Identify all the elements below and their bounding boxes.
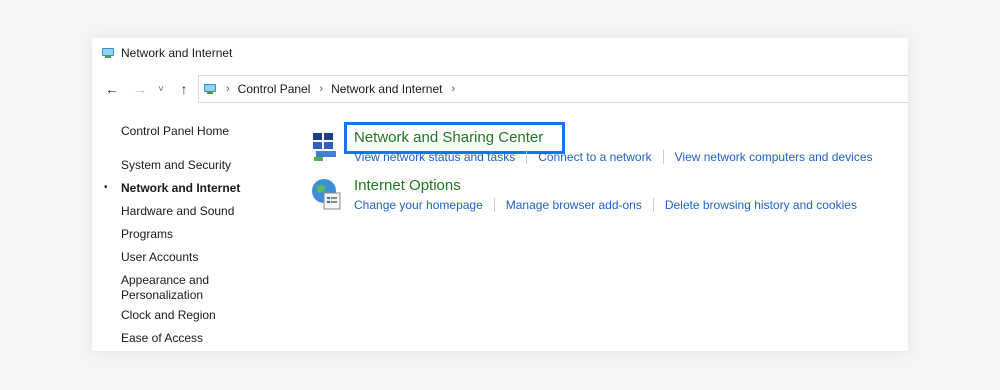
forward-arrow-icon[interactable]: → (130, 79, 150, 99)
network-sharing-icon[interactable] (310, 129, 344, 163)
sidebar-item-appearance-and-personalization[interactable]: Appearance and Personalization (121, 273, 221, 303)
control-panel-window: Network and Internet ← → ˅ ↑ › Control P… (92, 38, 908, 351)
delete-browsing-history-link[interactable]: Delete browsing history and cookies (665, 198, 857, 212)
network-and-sharing-center-link[interactable]: Network and Sharing Center (354, 129, 543, 146)
navigation-bar: ← → ˅ ↑ › Control Panel › Network and In… (92, 75, 908, 103)
breadcrumb-separator-icon[interactable]: › (319, 83, 323, 95)
title-bar: Network and Internet (92, 38, 908, 68)
recent-locations-chevron-icon[interactable]: ˅ (154, 79, 168, 99)
view-network-computers-link[interactable]: View network computers and devices (675, 150, 873, 164)
breadcrumb-separator-icon[interactable]: › (451, 83, 455, 95)
sidebar-item-clock-and-region[interactable]: Clock and Region (121, 308, 271, 323)
breadcrumb-separator-icon[interactable]: › (226, 83, 230, 95)
network-and-sharing-center-tasks: View network status and tasks Connect to… (354, 150, 873, 164)
link-divider (652, 198, 654, 212)
breadcrumb-network-and-internet[interactable]: Network and Internet (331, 82, 442, 96)
link-divider (662, 150, 664, 164)
sidebar-item-hardware-and-sound[interactable]: Hardware and Sound (121, 204, 271, 219)
sidebar-item-programs[interactable]: Programs (121, 227, 271, 242)
sidebar-item-ease-of-access[interactable]: Ease of Access (121, 331, 271, 346)
sidebar-item-network-and-internet[interactable]: Network and Internet (121, 181, 271, 196)
internet-options-link[interactable]: Internet Options (354, 177, 461, 194)
connect-to-network-link[interactable]: Connect to a network (538, 150, 651, 164)
link-divider (493, 198, 495, 212)
control-panel-icon (102, 48, 114, 58)
window-title: Network and Internet (121, 46, 233, 60)
link-divider (526, 150, 528, 164)
back-arrow-icon[interactable]: ← (102, 79, 122, 99)
internet-options-icon[interactable] (310, 177, 344, 211)
sidebar-item-control-panel-home[interactable]: Control Panel Home (121, 124, 271, 139)
up-arrow-icon[interactable]: ↑ (174, 79, 194, 99)
manage-browser-addons-link[interactable]: Manage browser add-ons (506, 198, 642, 212)
current-item-bullet-icon: • (104, 182, 108, 193)
change-homepage-link[interactable]: Change your homepage (354, 198, 483, 212)
internet-options-tasks: Change your homepage Manage browser add-… (354, 198, 857, 212)
sidebar-item-system-and-security[interactable]: System and Security (121, 158, 271, 173)
address-bar[interactable]: › Control Panel › Network and Internet › (198, 75, 908, 103)
breadcrumb-control-panel[interactable]: Control Panel (238, 82, 311, 96)
control-panel-icon (204, 84, 216, 94)
sidebar-item-user-accounts[interactable]: User Accounts (121, 250, 271, 265)
view-network-status-link[interactable]: View network status and tasks (354, 150, 515, 164)
